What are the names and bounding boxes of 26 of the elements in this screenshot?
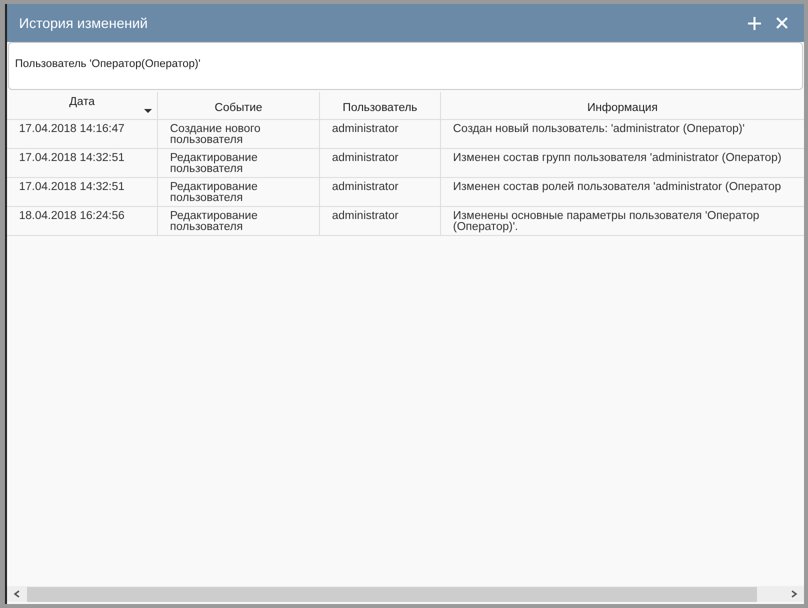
table-cell-text: 18.04.2018 16:24:56 (18, 209, 126, 224)
scroll-left-icon[interactable] (13, 590, 21, 598)
table-cell: Редактирование пользователя (157, 207, 319, 235)
close-icon (776, 17, 788, 29)
column-header[interactable]: Событие (157, 92, 319, 119)
table-cell: Создан новый пользователь: 'administrator (Оператор)' (440, 120, 804, 148)
table-cell: Изменен состав групп пользователя 'administrator (Оператор) (440, 149, 804, 177)
table-cell: Редактирование пользователя (157, 149, 319, 177)
table-cell: administrator (319, 149, 440, 177)
column-header[interactable]: Дата (7, 92, 157, 119)
table-cell-text: 17.04.2018 14:32:51 (18, 151, 126, 166)
table-cell: Изменен состав ролей пользователя 'administrator (Оператор (440, 178, 804, 206)
table-cell: administrator (319, 207, 440, 235)
table-cell: Создание нового пользователя (157, 120, 319, 148)
table-cell: Редактирование пользователя (157, 178, 319, 206)
plus-icon (748, 16, 760, 30)
table-cell: administrator (319, 120, 440, 148)
scroll-right-icon[interactable] (790, 590, 798, 598)
column-header[interactable]: Информация (440, 92, 804, 119)
column-header[interactable]: Пользователь (319, 92, 440, 119)
table-cell: Изменены основные параметры пользователя 'Оператор (Оператор)'. (440, 207, 804, 235)
table-cell: administrator (319, 178, 440, 206)
window-title: История изменений (19, 14, 149, 33)
table-cell-text: 17.04.2018 14:32:51 (18, 180, 126, 195)
table-cell-text: 17.04.2018 14:16:47 (18, 122, 126, 137)
user-label: Пользователь 'Оператор(Оператор)' (15, 58, 201, 70)
